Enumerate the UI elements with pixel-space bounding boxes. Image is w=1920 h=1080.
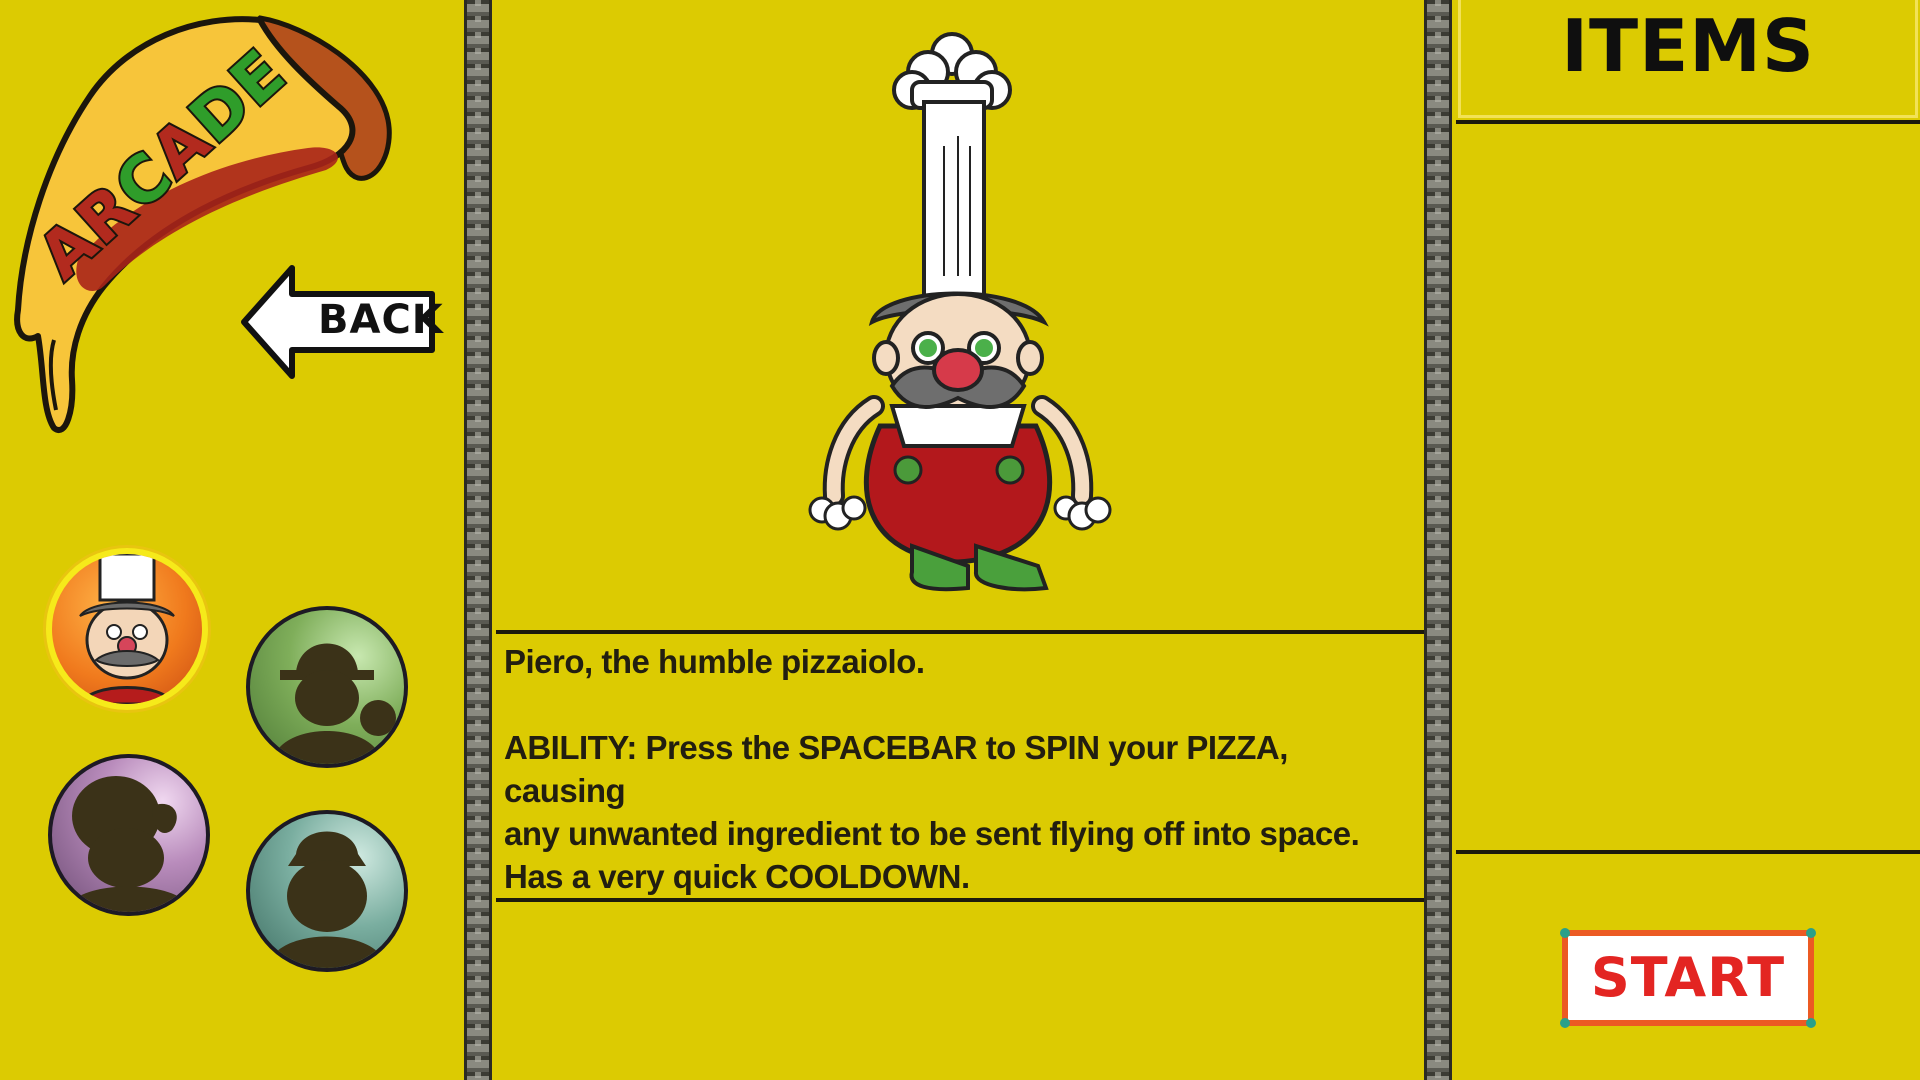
start-button[interactable]: START	[1560, 928, 1816, 1028]
center-panel	[492, 0, 1424, 1080]
detective-silhouette-icon	[272, 643, 396, 764]
ability-line-3: Has a very quick COOLDOWN.	[504, 858, 970, 895]
character-silhouette-icon	[268, 831, 386, 968]
piero-chef-character	[808, 32, 1112, 592]
left-panel: ARCADE BACK	[0, 0, 464, 1080]
ability-line-1: ABILITY: Press the SPACEBAR to SPIN your…	[504, 729, 1288, 809]
character-slot-locked-3[interactable]	[48, 754, 210, 916]
character-slot-locked-2[interactable]	[246, 606, 408, 768]
chain-divider-left	[464, 0, 492, 1080]
description-bottom-border	[496, 898, 1424, 902]
character-slot-piero[interactable]	[46, 548, 208, 710]
character-tagline: Piero, the humble pizzaiolo.	[504, 643, 925, 680]
start-button-label: START	[1590, 946, 1786, 1009]
chef-portrait-icon	[79, 554, 175, 704]
character-silhouette-icon	[66, 776, 192, 912]
items-title: ITEMS	[1561, 4, 1815, 88]
back-arrow-icon	[241, 265, 435, 379]
ability-line-2: any unwanted ingredient to be sent flyin…	[504, 815, 1360, 852]
items-header: ITEMS	[1458, 0, 1918, 118]
character-description: Piero, the humble pizzaiolo. ABILITY: Pr…	[504, 640, 1404, 898]
items-header-divider	[1456, 120, 1920, 124]
chain-divider-right	[1424, 0, 1452, 1080]
description-top-border	[496, 630, 1424, 634]
items-list-area	[1458, 126, 1918, 848]
character-slot-locked-4[interactable]	[246, 810, 408, 972]
back-button[interactable]: BACK	[240, 264, 443, 380]
items-footer-divider	[1456, 850, 1920, 854]
